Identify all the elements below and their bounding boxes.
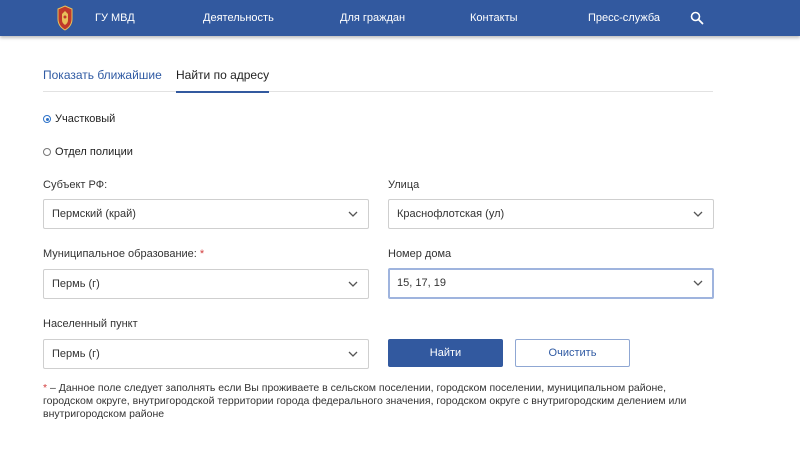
clear-button[interactable]: Очистить	[515, 339, 630, 367]
nav-item-gu-mvd[interactable]: ГУ МВД	[95, 0, 135, 36]
subject-value: Пермский (край)	[52, 208, 136, 220]
radio-checked-icon[interactable]	[43, 115, 51, 123]
municipality-select[interactable]: Пермь (г)	[43, 269, 369, 299]
house-value: 15, 17, 19	[397, 277, 446, 289]
locality-value: Пермь (г)	[52, 348, 100, 360]
street-select[interactable]: Краснофлотская (ул)	[388, 199, 714, 229]
locality-label: Населенный пункт	[43, 318, 138, 330]
municipality-label: Муниципальное образование: *	[43, 248, 204, 260]
search-icon[interactable]	[690, 11, 704, 25]
municipality-value: Пермь (г)	[52, 278, 100, 290]
radio-label-police-department: Отдел полиции	[55, 146, 133, 158]
house-select[interactable]: 15, 17, 19	[388, 268, 714, 299]
search-mode-tabs: Показать ближайшие Найти по адресу	[43, 62, 713, 93]
chevron-down-icon	[693, 211, 703, 217]
find-button[interactable]: Найти	[388, 339, 503, 367]
radio-unchecked-icon[interactable]	[43, 148, 51, 156]
municipality-label-text: Муниципальное образование:	[43, 248, 197, 260]
chevron-down-icon	[693, 280, 703, 286]
emblem-icon[interactable]	[56, 5, 74, 31]
nav-item-activity[interactable]: Деятельность	[203, 0, 274, 36]
radio-police-department[interactable]: Отдел полиции	[43, 145, 133, 159]
tab-show-nearest[interactable]: Показать ближайшие	[43, 62, 162, 92]
house-label: Номер дома	[388, 248, 452, 260]
street-value: Краснофлотская (ул)	[397, 208, 505, 220]
required-field-note: * – Данное поле следует заполнять если В…	[43, 382, 703, 421]
chevron-down-icon	[348, 211, 358, 217]
radio-label-district-officer: Участковый	[55, 113, 116, 125]
subject-select[interactable]: Пермский (край)	[43, 199, 369, 229]
top-navigation-bar: ГУ МВД Деятельность Для граждан Контакты…	[0, 0, 800, 36]
radio-district-officer[interactable]: Участковый	[43, 112, 115, 126]
nav-item-contacts[interactable]: Контакты	[470, 0, 518, 36]
required-mark: *	[199, 248, 205, 260]
street-label: Улица	[388, 179, 420, 191]
subject-label: Субъект РФ:	[43, 179, 108, 191]
locality-select[interactable]: Пермь (г)	[43, 339, 369, 369]
note-text: – Данное поле следует заполнять если Вы …	[43, 382, 687, 420]
chevron-down-icon	[348, 281, 358, 287]
nav-item-citizens[interactable]: Для граждан	[340, 0, 405, 36]
nav-item-press[interactable]: Пресс-служба	[588, 0, 660, 36]
tab-find-by-address[interactable]: Найти по адресу	[176, 62, 270, 93]
chevron-down-icon	[348, 351, 358, 357]
